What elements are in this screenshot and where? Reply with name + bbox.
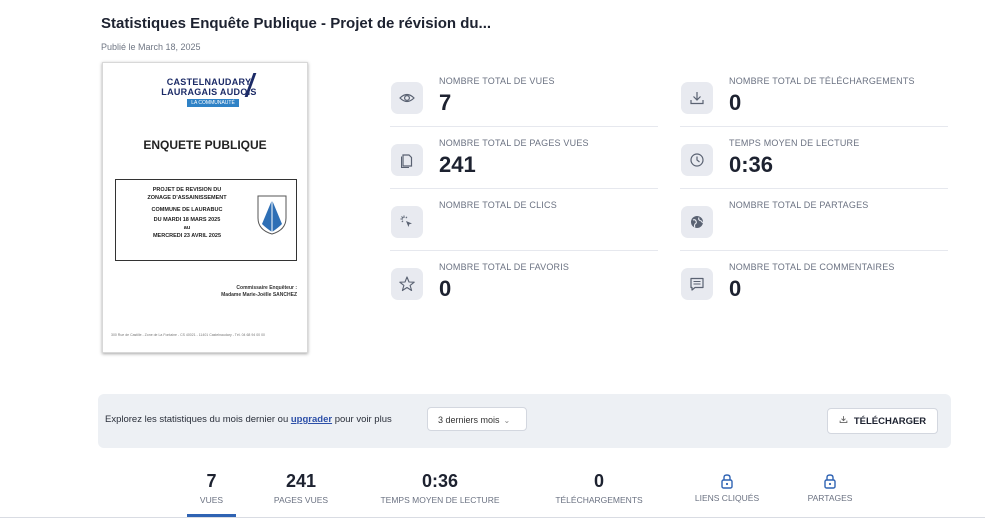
period-select[interactable]: 3 derniers mois ⌄ — [427, 407, 527, 431]
document-info-box: PROJET DE REVISION DU ZONAGE D'ASSAINISS… — [115, 179, 297, 261]
tab-shares[interactable]: PARTAGES — [795, 471, 865, 503]
box-line: au — [183, 225, 191, 231]
tab-label: TEMPS MOYEN DE LECTURE — [380, 495, 500, 505]
stat-total-comments: NOMBRE TOTAL DE COMMENTAIRES 0 — [681, 256, 931, 312]
tab-average-reading-time[interactable]: 0:36 TEMPS MOYEN DE LECTURE — [370, 471, 510, 505]
chevron-down-icon: ⌄ — [503, 416, 511, 425]
stat-total-clicks: NOMBRE TOTAL DE CLICS — [391, 194, 641, 250]
click-icon — [391, 206, 423, 238]
stat-total-page-views: NOMBRE TOTAL DE PAGES VUES 241 — [391, 132, 641, 188]
globe-icon — [681, 206, 713, 238]
crest-icon — [257, 195, 287, 235]
stat-value: 0 — [729, 276, 742, 301]
divider — [680, 250, 948, 251]
page-title: Statistiques Enquête Publique - Projet d… — [101, 15, 492, 32]
stat-value: 0 — [729, 90, 742, 115]
stat-label: NOMBRE TOTAL DE PARTAGES — [729, 200, 869, 210]
filter-text: Explorez les statistiques du mois dernie… — [105, 414, 392, 425]
lock-icon — [824, 474, 836, 489]
stat-value: 7 — [439, 90, 452, 115]
logo-tag: LA COMMUNAUTÉ — [187, 99, 239, 107]
box-line: COMMUNE DE LAURABUC — [151, 207, 223, 213]
document-logo: CASTELNAUDARY LAURAGAIS AUDOIS — [161, 77, 257, 97]
stat-label: NOMBRE TOTAL DE TÉLÉCHARGEMENTS — [729, 76, 915, 86]
filter-bar: Explorez les statistiques du mois dernie… — [98, 394, 951, 448]
tab-value: 0:36 — [421, 471, 459, 491]
stat-label: NOMBRE TOTAL DE PAGES VUES — [439, 138, 589, 148]
stat-total-downloads: NOMBRE TOTAL DE TÉLÉCHARGEMENTS 0 — [681, 70, 931, 126]
tab-label: VUES — [199, 495, 224, 505]
lock-icon — [721, 474, 733, 489]
star-icon — [391, 268, 423, 300]
divider — [390, 188, 658, 189]
tab-label: TÉLÉCHARGEMENTS — [555, 495, 643, 505]
divider — [390, 126, 658, 127]
stat-total-views: NOMBRE TOTAL DE VUES 7 — [391, 70, 641, 126]
box-line: ZONAGE D'ASSAINISSEMENT — [147, 195, 227, 201]
stat-label: NOMBRE TOTAL DE COMMENTAIRES — [729, 262, 895, 272]
comment-icon — [681, 268, 713, 300]
download-icon — [681, 82, 713, 114]
document-thumbnail[interactable]: CASTELNAUDARY LAURAGAIS AUDOIS LA COMMUN… — [102, 62, 308, 353]
download-button[interactable]: TÉLÉCHARGER — [827, 408, 938, 434]
stat-label: TEMPS MOYEN DE LECTURE — [729, 138, 860, 148]
divider — [680, 188, 948, 189]
box-line: MERCREDI 23 AVRIL 2025 — [152, 233, 222, 239]
box-line: PROJET DE REVISION DU — [152, 187, 222, 193]
box-line: DU MARDI 18 MARS 2025 — [153, 217, 221, 223]
divider — [390, 250, 658, 251]
document-footer: 300 Rue de Castille - Zone de La Fontain… — [111, 333, 265, 337]
divider — [680, 126, 948, 127]
clock-icon — [681, 144, 713, 176]
tab-value: 241 — [285, 471, 317, 491]
tab-label: PAGES VUES — [273, 495, 329, 505]
tab-views[interactable]: 7 VUES — [187, 471, 236, 505]
stat-total-favorites: NOMBRE TOTAL DE FAVORIS 0 — [391, 256, 641, 312]
tab-value: 0 — [593, 471, 604, 491]
tab-links-clicked[interactable]: LIENS CLIQUÉS — [685, 471, 769, 503]
stat-average-reading-time: TEMPS MOYEN DE LECTURE 0:36 — [681, 132, 931, 188]
stat-total-shares: NOMBRE TOTAL DE PARTAGES — [681, 194, 931, 250]
pages-icon — [391, 144, 423, 176]
stat-value: 241 — [439, 152, 476, 177]
stat-label: NOMBRE TOTAL DE VUES — [439, 76, 555, 86]
published-date: Publié le March 18, 2025 — [101, 42, 201, 52]
upgrade-link[interactable]: upgrader — [291, 414, 332, 425]
download-icon — [839, 415, 848, 427]
tab-downloads[interactable]: 0 TÉLÉCHARGEMENTS — [545, 471, 653, 505]
eye-icon — [391, 82, 423, 114]
tab-label: LIENS CLIQUÉS — [694, 493, 760, 503]
stat-value: 0 — [439, 276, 452, 301]
stat-label: NOMBRE TOTAL DE FAVORIS — [439, 262, 570, 272]
document-signer: Commissaire Enquêteur : Madame Marie-Joë… — [221, 285, 297, 298]
stat-value: 0:36 — [729, 152, 774, 177]
tab-page-views[interactable]: 241 PAGES VUES — [262, 471, 340, 505]
divider — [0, 517, 985, 518]
document-heading: ENQUETE PUBLIQUE — [143, 138, 267, 152]
tab-label: PARTAGES — [807, 493, 853, 503]
stat-label: NOMBRE TOTAL DE CLICS — [439, 200, 557, 210]
tab-value: 7 — [206, 471, 217, 491]
